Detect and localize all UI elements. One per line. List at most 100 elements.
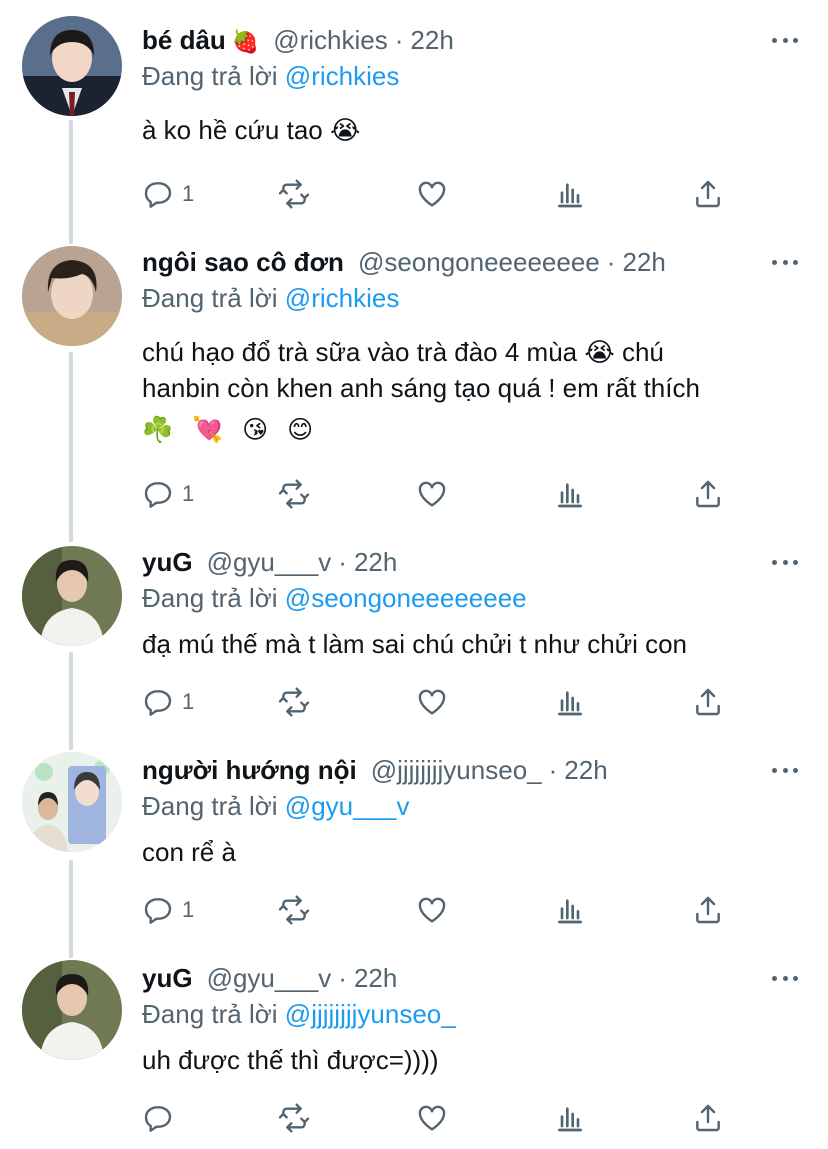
more-icon[interactable] <box>772 766 798 774</box>
share-button[interactable] <box>692 682 724 722</box>
separator-dot: · <box>548 755 558 785</box>
timestamp[interactable]: 22h <box>354 960 397 996</box>
display-name[interactable]: yuG <box>142 544 193 580</box>
timestamp[interactable]: 22h <box>410 22 453 58</box>
analytics-button[interactable] <box>554 682 586 722</box>
tweet-text-line: hanbin còn khen anh sáng tạo quá ! em rấ… <box>142 373 700 403</box>
separator-dot: · <box>338 547 347 577</box>
action-bar: 1 <box>142 174 742 214</box>
display-name[interactable]: yuG <box>142 960 193 996</box>
reply-count: 1 <box>182 689 195 714</box>
like-icon <box>418 897 446 923</box>
avatar[interactable] <box>22 546 122 646</box>
more-icon[interactable] <box>772 974 798 982</box>
like-icon <box>418 181 446 207</box>
analytics-icon <box>558 483 582 508</box>
reply-button[interactable]: 1 <box>142 474 194 514</box>
like-button[interactable] <box>416 474 448 514</box>
avatar[interactable] <box>22 246 122 346</box>
action-bar: 1 <box>142 682 742 722</box>
display-name[interactable]: ngôi sao cô đơn <box>142 244 344 280</box>
tweet-text-line: đạ mú thế mà t làm sai chú chửi t như ch… <box>142 629 688 659</box>
thread-line <box>69 120 73 244</box>
like-icon <box>418 481 446 507</box>
tweet-text: uh được thế thì được=)))) <box>142 1042 800 1078</box>
thread-line <box>69 352 73 542</box>
share-icon <box>696 180 720 208</box>
like-button[interactable] <box>416 1098 448 1138</box>
retweet-button[interactable] <box>278 174 310 214</box>
replying-to: Đang trả lời @gyu___v <box>142 788 800 824</box>
share-button[interactable] <box>692 474 724 514</box>
analytics-button[interactable] <box>554 890 586 930</box>
retweet-button[interactable] <box>278 682 310 722</box>
avatar[interactable] <box>22 960 122 1060</box>
reply-button[interactable]: 1 <box>142 890 194 930</box>
share-icon <box>696 1104 720 1132</box>
share-icon <box>696 896 720 924</box>
like-icon <box>418 689 446 715</box>
more-icon[interactable] <box>772 258 798 266</box>
replying-to-label: Đang trả lời <box>142 583 278 613</box>
tweet-header: yuG @gyu___v · 22h <box>142 544 800 580</box>
reply-icon <box>144 182 172 208</box>
user-handle[interactable]: @gyu___v <box>207 960 332 996</box>
reply-icon <box>144 690 172 716</box>
user-handle[interactable]: @gyu___v <box>207 544 332 580</box>
tweet-text-line: à ko hề cứu tao 😭 <box>142 115 361 145</box>
avatar[interactable] <box>22 752 122 852</box>
like-button[interactable] <box>416 890 448 930</box>
tweet-text-line: chú hạo đổ trà sữa vào trà đào 4 mùa 😭 c… <box>142 337 664 367</box>
share-button[interactable] <box>692 890 724 930</box>
mention-link[interactable]: @gyu___v <box>285 791 410 821</box>
like-button[interactable] <box>416 174 448 214</box>
more-icon[interactable] <box>772 558 798 566</box>
more-icon[interactable] <box>772 36 798 44</box>
thread-line <box>69 860 73 958</box>
retweet-button[interactable] <box>278 474 310 514</box>
timestamp[interactable]: 22h <box>354 544 397 580</box>
tweet-header: ngôi sao cô đơn @seongoneeeeeeee · 22h <box>142 244 800 280</box>
like-icon <box>418 1105 446 1131</box>
analytics-icon <box>558 899 582 924</box>
reply-count: 1 <box>182 481 195 506</box>
tweet-header: yuG @gyu___v · 22h <box>142 960 800 996</box>
analytics-button[interactable] <box>554 474 586 514</box>
analytics-button[interactable] <box>554 174 586 214</box>
reply-button[interactable]: 1 <box>142 174 194 214</box>
mention-link[interactable]: @seongoneeeeeeee <box>285 583 527 613</box>
analytics-icon <box>558 1107 582 1132</box>
mention-link[interactable]: @richkies <box>285 61 400 91</box>
display-name[interactable]: bé dâu <box>142 22 226 58</box>
analytics-button[interactable] <box>554 1098 586 1138</box>
mention-link[interactable]: @richkies <box>285 283 400 313</box>
thread-line <box>69 652 73 750</box>
reply-button[interactable]: 1 <box>142 682 194 722</box>
like-button[interactable] <box>416 682 448 722</box>
reply-icon <box>144 898 172 924</box>
reply-button[interactable] <box>142 1098 182 1138</box>
user-handle[interactable]: @richkies <box>273 22 388 58</box>
mention-link[interactable]: @jjjjjjjjyunseo_ <box>285 999 456 1029</box>
reply-icon <box>144 482 172 508</box>
retweet-button[interactable] <box>278 1098 310 1138</box>
timestamp[interactable]: 22h <box>622 244 665 280</box>
retweet-icon <box>278 1103 310 1133</box>
tweet-emoji-line: ☘️ 💘 😘 😊 <box>142 416 320 444</box>
tweet-text: con rể à <box>142 834 800 870</box>
share-button[interactable] <box>692 1098 724 1138</box>
retweet-icon <box>278 895 310 925</box>
timestamp[interactable]: 22h <box>564 752 607 788</box>
share-button[interactable] <box>692 174 724 214</box>
user-handle[interactable]: @jjjjjjjjyunseo_ <box>371 752 542 788</box>
replying-to: Đang trả lời @richkies <box>142 280 800 316</box>
tweet-text-line: con rể à <box>142 837 236 867</box>
analytics-icon <box>558 691 582 716</box>
avatar[interactable] <box>22 16 122 116</box>
retweet-button[interactable] <box>278 890 310 930</box>
tweet-text: à ko hề cứu tao 😭 <box>142 112 800 148</box>
tweet-text: chú hạo đổ trà sữa vào trà đào 4 mùa 😭 c… <box>142 334 800 448</box>
display-name[interactable]: người hướng nội <box>142 752 357 788</box>
user-handle[interactable]: @seongoneeeeeeee <box>358 244 600 280</box>
tweet-text: đạ mú thế mà t làm sai chú chửi t như ch… <box>142 626 800 662</box>
